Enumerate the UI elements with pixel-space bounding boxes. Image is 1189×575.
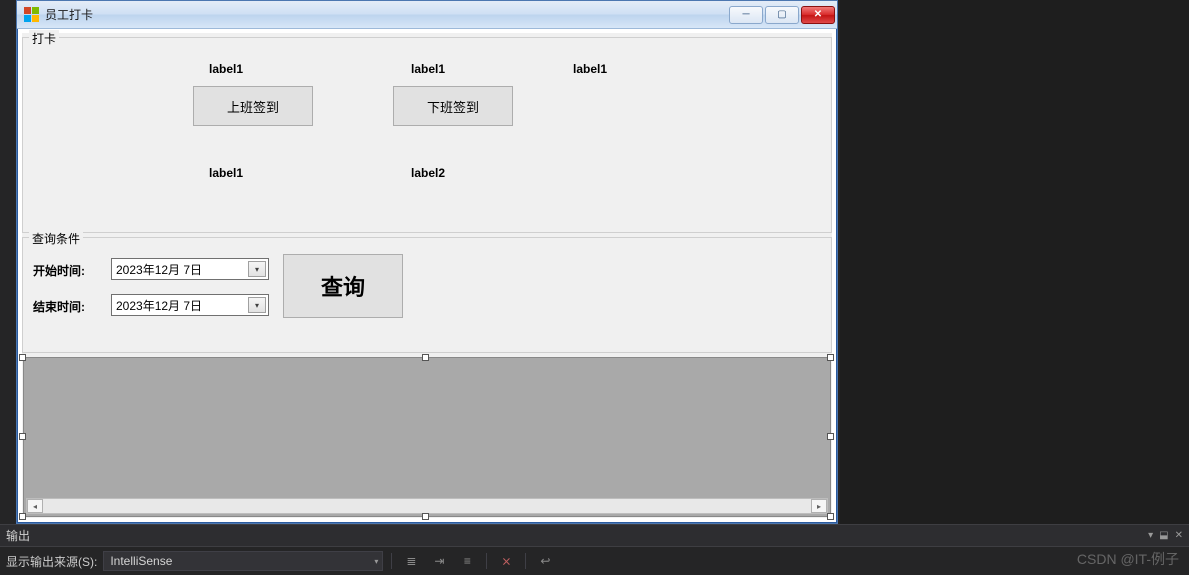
selection-handle[interactable] xyxy=(827,354,834,361)
datagrid[interactable]: ◂ ▸ xyxy=(23,357,831,517)
btn-checkin[interactable]: 上班签到 xyxy=(193,86,313,126)
selection-handle[interactable] xyxy=(19,513,26,520)
wrap-icon[interactable]: ↩ xyxy=(534,551,556,571)
output-source-combo[interactable]: IntelliSense ▾ xyxy=(103,551,383,571)
app-icon xyxy=(23,7,39,23)
start-time-label: 开始时间: xyxy=(33,262,85,279)
selection-handle[interactable] xyxy=(422,513,429,520)
start-time-picker[interactable]: 2023年12月 7日 ▾ xyxy=(111,258,269,280)
tool-icon[interactable]: ≣ xyxy=(400,551,422,571)
close-button[interactable]: ✕ xyxy=(801,6,835,24)
close-icon[interactable]: ✕ xyxy=(1175,530,1183,541)
output-title: 输出 xyxy=(6,527,30,544)
output-header: 输出 ▾ ⬓ ✕ xyxy=(0,525,1189,547)
btn-search[interactable]: 查询 xyxy=(283,254,403,318)
window-title: 员工打卡 xyxy=(45,6,93,23)
selection-handle[interactable] xyxy=(422,354,429,361)
groupbox-punch: 打卡 label1 label1 label1 上班签到 下班签到 label1… xyxy=(22,37,832,233)
scroll-left-icon[interactable]: ◂ xyxy=(27,499,43,513)
btn-checkout[interactable]: 下班签到 xyxy=(393,86,513,126)
maximize-button[interactable]: ▢ xyxy=(765,6,799,24)
pin-icon[interactable]: ⬓ xyxy=(1159,530,1168,541)
output-panel: 输出 ▾ ⬓ ✕ 显示输出来源(S): IntelliSense ▾ ≣ ⇥ ≡… xyxy=(0,524,1189,575)
chevron-down-icon: ▾ xyxy=(374,557,378,566)
output-toolbar: 显示输出来源(S): IntelliSense ▾ ≣ ⇥ ≡ ⨯ ↩ xyxy=(0,547,1189,575)
dropdown-icon[interactable]: ▾ xyxy=(248,261,266,277)
dropdown-icon[interactable]: ▾ xyxy=(248,297,266,313)
clear-icon[interactable]: ⨯ xyxy=(495,551,517,571)
minimize-button[interactable]: ─ xyxy=(729,6,763,24)
separator xyxy=(391,553,392,569)
tool-icon[interactable]: ≡ xyxy=(456,551,478,571)
client-area: 打卡 label1 label1 label1 上班签到 下班签到 label1… xyxy=(22,33,832,518)
selection-handle[interactable] xyxy=(19,354,26,361)
end-time-value: 2023年12月 7日 xyxy=(116,297,202,314)
groupbox-punch-title: 打卡 xyxy=(29,30,59,47)
output-source-value: IntelliSense xyxy=(110,554,172,568)
end-time-picker[interactable]: 2023年12月 7日 ▾ xyxy=(111,294,269,316)
label-top-3: label1 xyxy=(573,62,607,76)
separator xyxy=(525,553,526,569)
separator xyxy=(486,553,487,569)
titlebar: 员工打卡 ─ ▢ ✕ xyxy=(17,1,837,29)
label-top-2: label1 xyxy=(411,62,445,76)
label-bottom-2: label2 xyxy=(411,166,445,180)
groupbox-query-title: 查询条件 xyxy=(29,230,83,247)
end-time-label: 结束时间: xyxy=(33,298,85,315)
selection-handle[interactable] xyxy=(827,433,834,440)
output-source-label: 显示输出来源(S): xyxy=(6,553,97,570)
label-top-1: label1 xyxy=(209,62,243,76)
groupbox-query: 查询条件 开始时间: 结束时间: 2023年12月 7日 ▾ 2023年12月 … xyxy=(22,237,832,353)
selection-handle[interactable] xyxy=(19,433,26,440)
dropdown-icon[interactable]: ▾ xyxy=(1148,530,1153,541)
winform-window: 员工打卡 ─ ▢ ✕ 打卡 label1 label1 label1 上班签到 … xyxy=(16,0,838,524)
tool-icon[interactable]: ⇥ xyxy=(428,551,450,571)
start-time-value: 2023年12月 7日 xyxy=(116,261,202,278)
design-surface: 员工打卡 ─ ▢ ✕ 打卡 label1 label1 label1 上班签到 … xyxy=(0,0,840,524)
watermark: CSDN @IT-例子 xyxy=(1077,549,1179,569)
scroll-right-icon[interactable]: ▸ xyxy=(811,499,827,513)
selection-handle[interactable] xyxy=(827,513,834,520)
label-bottom-1: label1 xyxy=(209,166,243,180)
scrollbar-horizontal[interactable]: ◂ ▸ xyxy=(26,498,828,514)
